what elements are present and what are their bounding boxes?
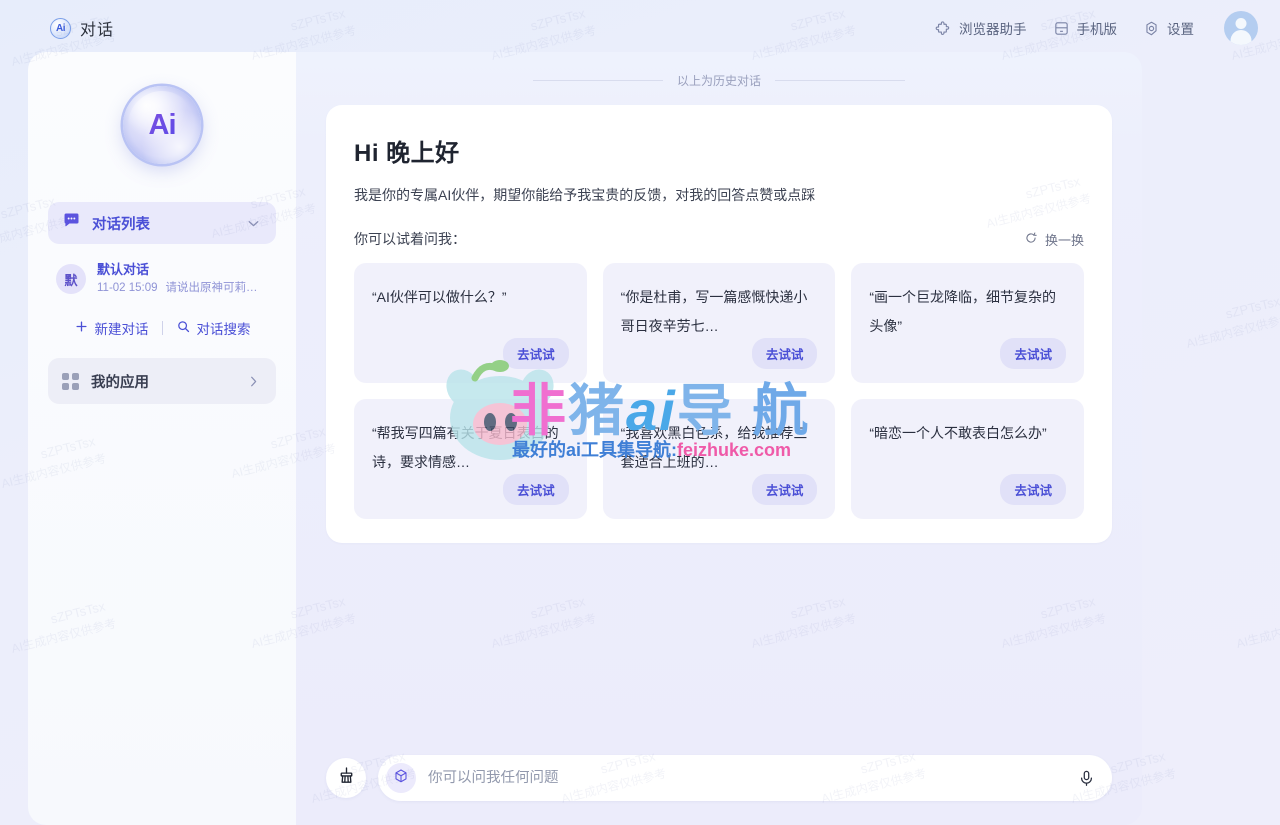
conversation-text: 默认对话 11-02 15:09 请说出原神可莉人…: [97, 262, 268, 296]
conversation-meta: 11-02 15:09 请说出原神可莉人…: [97, 280, 268, 296]
suggestion-try-button[interactable]: 去试试: [751, 338, 818, 369]
suggestion-text: “AI伙伴可以做什么？”: [372, 289, 507, 305]
settings-button[interactable]: 设置: [1143, 18, 1194, 38]
chevron-right-icon[interactable]: [245, 373, 262, 390]
suggestion-text: “帮我写四篇有关于夏日表白的诗，要求情感…: [372, 425, 559, 470]
greeting-subtitle: 我是你的专属AI伙伴，期望你能给予我宝贵的反馈，对我的回答点赞或点踩: [354, 187, 816, 203]
avatar-body: [1230, 30, 1252, 45]
suggestion-card[interactable]: “你是杜甫，写一篇感慨快递小哥日夜辛劳七… 去试试: [602, 263, 836, 383]
main-panel: 以上为历史对话 Hi 晚上好 我是你的专属AI伙伴，期望你能给予我宝贵的反馈，对…: [296, 52, 1142, 825]
refresh-icon: [1024, 231, 1038, 248]
suggestion-text: “暗恋一个人不敢表白怎么办”: [869, 425, 1047, 441]
suggestion-try-button[interactable]: 去试试: [503, 338, 569, 369]
conversation-avatar: 默: [56, 264, 86, 294]
divider-line-right: [775, 80, 905, 81]
message-input[interactable]: [428, 770, 1077, 786]
suggestions-header: 你可以试着问我： 换一换: [354, 229, 1084, 249]
conversation-title: 默认对话: [97, 262, 150, 277]
greeting-title: Hi 晚上好: [354, 140, 460, 167]
composer: [296, 755, 1142, 825]
chevron-down-icon[interactable]: [245, 215, 262, 232]
sidebar-actions: 新建对话 对话搜索: [48, 318, 276, 338]
mobile-icon: [1053, 20, 1070, 37]
message-input-shell: [378, 755, 1112, 801]
new-conversation-button[interactable]: 新建对话: [61, 318, 162, 338]
app-logo-text: Ai: [148, 108, 177, 141]
sidebar-item-conversation-list[interactable]: 对话列表: [48, 202, 276, 244]
avatar-head: [1235, 18, 1247, 29]
mobile-version-label: 手机版: [1076, 22, 1118, 37]
watermark-tag: sZPTsTsx: [1224, 293, 1280, 322]
app-shell: Ai 对话列表 默 默认对话 11-02 15:09 请说出原神可莉人… 新建对…: [28, 52, 1142, 825]
sidebar-logo-wrap: Ai: [48, 86, 276, 164]
suggestion-try-button[interactable]: 去试试: [1000, 338, 1066, 369]
suggestion-try-button[interactable]: 去试试: [503, 474, 569, 505]
suggestion-card-grid: “AI伙伴可以做什么？” 去试试 “你是杜甫，写一篇感慨快递小哥日夜辛劳七… 去…: [354, 263, 1084, 519]
try-label: 你可以试着问我：: [354, 231, 466, 247]
refresh-label: 换一换: [1044, 232, 1084, 248]
suggestion-text: “你是杜甫，写一篇感慨快递小哥日夜辛劳七…: [620, 289, 808, 334]
page-title: 对话: [80, 22, 115, 39]
watermark-note: AI生成内容仅供参考: [1235, 611, 1280, 651]
suggestion-card[interactable]: “帮我写四篇有关于夏日表白的诗，要求情感… 去试试: [354, 399, 587, 519]
gear-icon: [1143, 20, 1160, 37]
grid-icon: [62, 372, 79, 390]
suggestion-card[interactable]: “AI伙伴可以做什么？” 去试试: [354, 263, 587, 383]
brand: Ai 对话: [50, 16, 114, 40]
suggestion-try-button[interactable]: 去试试: [751, 474, 818, 505]
conversation-list-item[interactable]: 默 默认对话 11-02 15:09 请说出原神可莉人…: [48, 256, 276, 302]
browser-assistant-button[interactable]: 浏览器助手: [935, 18, 1027, 38]
mobile-version-button[interactable]: 手机版: [1053, 18, 1118, 38]
sidebar-item-my-apps[interactable]: 我的应用: [48, 358, 276, 404]
search-conversation-button[interactable]: 对话搜索: [163, 318, 264, 338]
greeting-card: Hi 晚上好 我是你的专属AI伙伴，期望你能给予我宝贵的反馈，对我的回答点赞或点…: [326, 105, 1112, 543]
suggestion-text: “画一个巨龙降临，细节复杂的头像”: [869, 289, 1056, 334]
suggestion-card[interactable]: “暗恋一个人不敢表白怎么办” 去试试: [851, 399, 1084, 519]
refresh-suggestions-button[interactable]: 换一换: [1024, 230, 1084, 249]
chat-bubble-icon: [62, 211, 81, 235]
sidebar: Ai 对话列表 默 默认对话 11-02 15:09 请说出原神可莉人… 新建对…: [28, 52, 296, 825]
voice-input-button[interactable]: [1077, 769, 1096, 788]
suggestion-card[interactable]: “我喜欢黑白色系，给我推荐三套适合上班的… 去试试: [602, 399, 836, 519]
avatar[interactable]: [1224, 11, 1258, 45]
conversation-list-label: 对话列表: [92, 216, 150, 233]
browser-assistant-label: 浏览器助手: [959, 22, 1027, 37]
top-bar: Ai 对话 浏览器助手 手机版 设置: [0, 0, 1280, 56]
cube-icon: [393, 768, 409, 789]
broom-icon: [337, 766, 356, 790]
divider-line-left: [532, 80, 663, 81]
search-conversation-label: 对话搜索: [196, 322, 251, 337]
settings-label: 设置: [1167, 22, 1194, 37]
model-selector-button[interactable]: [386, 763, 416, 793]
clear-conversation-button[interactable]: [326, 758, 366, 798]
brand-logo-icon: Ai: [50, 17, 71, 39]
suggestion-try-button[interactable]: 去试试: [1000, 474, 1066, 505]
suggestion-text: “我喜欢黑白色系，给我推荐三套适合上班的…: [620, 425, 808, 470]
top-bar-actions: 浏览器助手 手机版 设置: [935, 11, 1258, 45]
suggestion-card[interactable]: “画一个巨龙降临，细节复杂的头像” 去试试: [851, 263, 1084, 383]
history-divider-label: 以上为历史对话: [676, 74, 761, 88]
app-logo-icon: Ai: [123, 86, 201, 164]
my-apps-label: 我的应用: [91, 374, 149, 391]
puzzle-icon: [935, 20, 952, 37]
history-divider: 以上为历史对话: [296, 72, 1142, 89]
plus-icon: [74, 319, 89, 337]
conversation-time: 11-02 15:09: [97, 282, 158, 294]
conversation-preview: 请说出原神可莉人…: [165, 282, 268, 294]
search-icon: [176, 319, 191, 337]
watermark-note: AI生成内容仅供参考: [1185, 311, 1280, 351]
new-conversation-label: 新建对话: [94, 322, 149, 337]
